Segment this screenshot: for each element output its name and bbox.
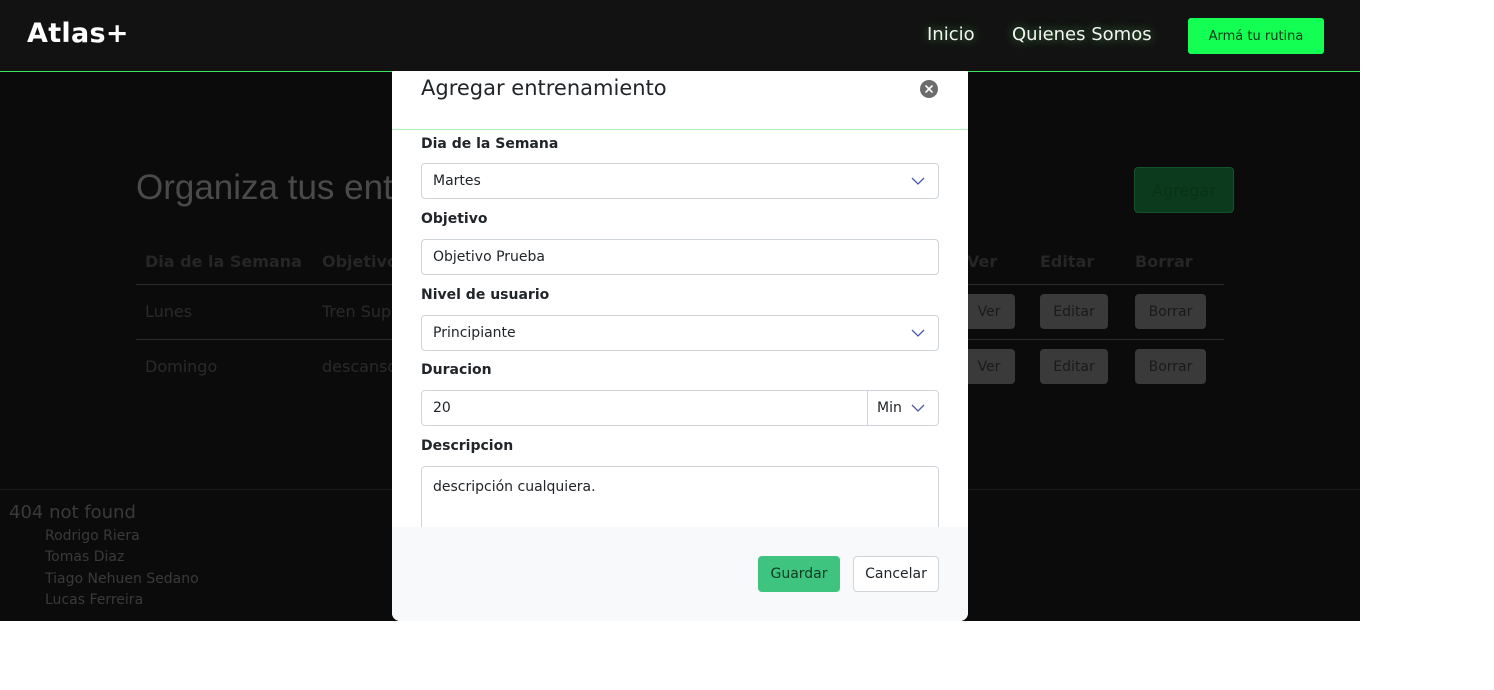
ver-button[interactable]: Ver [963,349,1015,384]
borrar-button[interactable]: Borrar [1135,349,1206,384]
chevron-down-icon [911,329,925,337]
footer-name: Lucas Ferreira [45,592,144,608]
table-header-dia: Dia de la Semana [145,252,302,271]
chevron-down-icon [911,177,925,185]
duracion-group: 20 Min [421,390,939,426]
nivel-select-value: Principiante [433,325,516,341]
agregar-button[interactable]: Agregar [1134,167,1234,213]
objetivo-input[interactable]: Objetivo Prueba [421,239,939,275]
descripcion-label: Descripcion [421,438,514,454]
table-header-objetivo: Objetivo [322,252,398,271]
table-cell-objetivo: descanso [322,357,398,376]
footer-name: Tiago Nehuen Sedano [45,571,199,587]
duracion-input[interactable]: 20 [433,400,451,416]
nav-link-quienes-somos[interactable]: Quienes Somos [1012,24,1152,45]
table-header-ver: Ver [967,252,998,271]
app-background: Atlas+ Inicio Quienes Somos Armá tu ruti… [0,0,1360,621]
nivel-select[interactable]: Principiante [421,315,939,351]
modal-footer: Guardar Cancelar [392,527,968,621]
table-cell-dia: Lunes [145,302,193,321]
footer-title: 404 not found [9,502,136,523]
close-icon[interactable] [920,80,938,98]
duracion-label: Duracion [421,362,492,378]
editar-button[interactable]: Editar [1040,349,1108,384]
unit-select[interactable]: Min [877,400,902,416]
descripcion-value: descripción cualquiera. [433,479,596,495]
nivel-label: Nivel de usuario [421,287,550,303]
navbar: Atlas+ Inicio Quienes Somos Armá tu ruti… [0,0,1360,72]
modal-title: Agregar entrenamiento [421,76,667,100]
agregar-entrenamiento-modal: Agregar entrenamiento Dia de la Semana M… [392,71,968,621]
input-divider [867,391,868,425]
table-header-editar: Editar [1040,252,1095,271]
footer-name: Tomas Diaz [45,549,125,565]
nav-link-inicio[interactable]: Inicio [927,24,975,45]
descripcion-textarea[interactable]: descripción cualquiera. [421,466,939,536]
table-cell-dia: Domingo [145,357,218,376]
dia-select-value: Martes [433,173,481,189]
modal-header: Agregar entrenamiento [392,71,968,130]
table-header-borrar: Borrar [1135,252,1193,271]
chevron-down-icon [911,404,925,412]
arma-tu-rutina-button[interactable]: Armá tu rutina [1188,18,1324,54]
editar-button[interactable]: Editar [1040,294,1108,329]
cancelar-button[interactable]: Cancelar [853,556,939,592]
brand-logo[interactable]: Atlas+ [27,18,129,49]
dia-label: Dia de la Semana [421,136,559,152]
borrar-button[interactable]: Borrar [1135,294,1206,329]
ver-button[interactable]: Ver [963,294,1015,329]
footer-name: Rodrigo Riera [45,528,140,544]
objetivo-input-value: Objetivo Prueba [433,249,545,265]
objetivo-label: Objetivo [421,211,488,227]
dia-select[interactable]: Martes [421,163,939,199]
guardar-button[interactable]: Guardar [758,556,840,592]
